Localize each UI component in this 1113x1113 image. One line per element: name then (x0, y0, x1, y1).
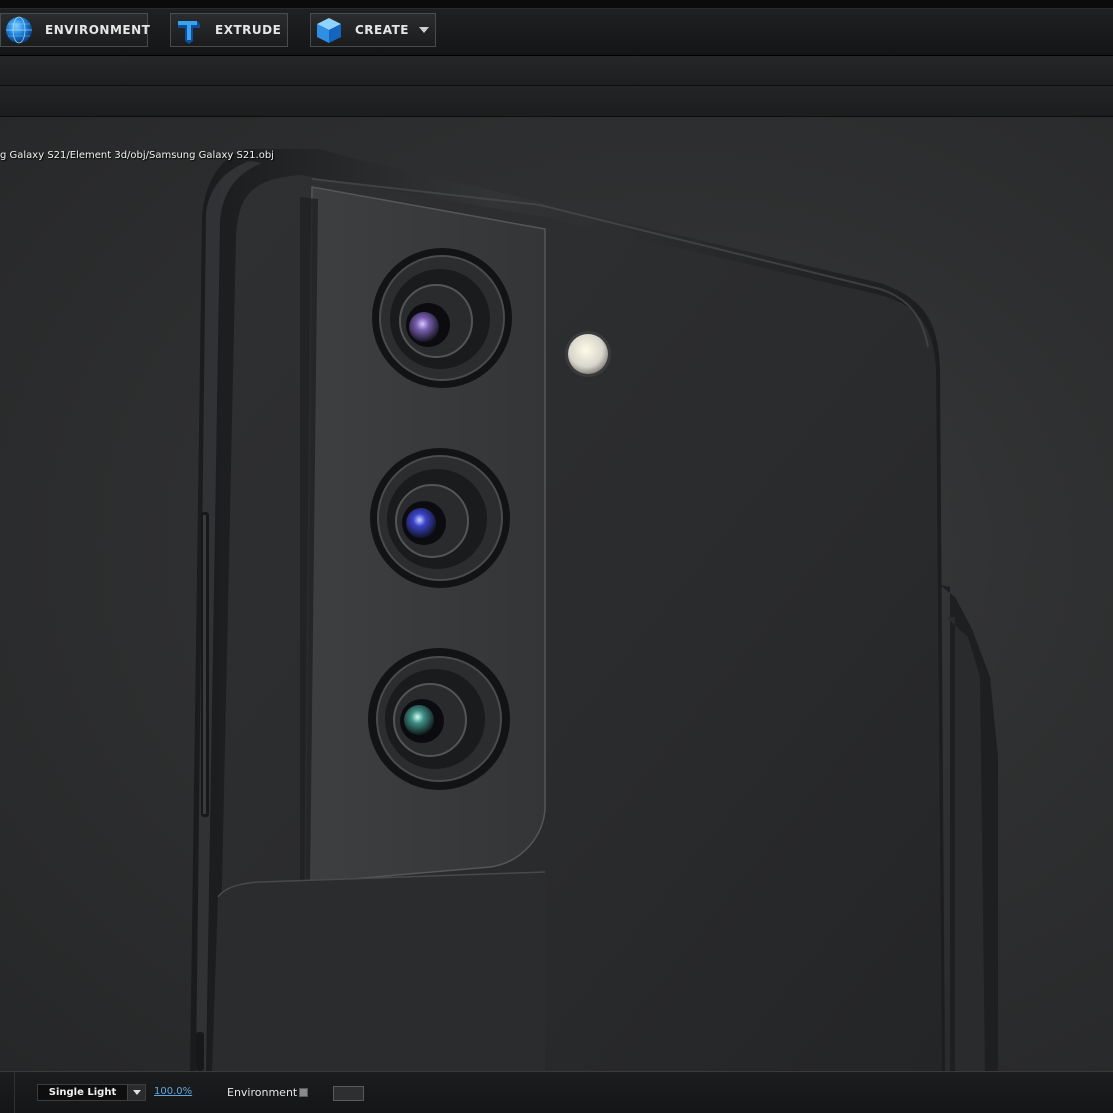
app-window: ENVIRONMENT EXTRUDE CREATE g Galaxy S21/… (0, 0, 1113, 1113)
phone-model (190, 149, 998, 1071)
main-toolbar: ENVIRONMENT EXTRUDE CREATE (0, 9, 1113, 56)
environment-toggle-label: Environment (227, 1086, 298, 1099)
extrude-button-label: EXTRUDE (215, 23, 282, 37)
file-path-label: g Galaxy S21/Element 3d/obj/Samsung Gala… (0, 150, 274, 161)
cube-icon (311, 13, 347, 47)
light-mode-select[interactable]: Single Light (37, 1084, 146, 1101)
chevron-down-icon[interactable] (127, 1085, 145, 1100)
environment-color-swatch[interactable] (333, 1086, 364, 1101)
environment-button[interactable]: ENVIRONMENT (0, 13, 151, 47)
status-divider (14, 1072, 15, 1113)
light-mode-value: Single Light (48, 1087, 117, 1098)
environment-button-label: ENVIRONMENT (45, 23, 151, 37)
globe-icon (1, 13, 37, 47)
create-button[interactable]: CREATE (310, 13, 436, 47)
title-strip (0, 0, 1113, 9)
extrude-t-icon (171, 13, 207, 47)
options-bar (0, 56, 1113, 86)
3d-viewport[interactable]: g Galaxy S21/Element 3d/obj/Samsung Gala… (0, 117, 1113, 1071)
environment-checkbox[interactable] (299, 1088, 308, 1097)
status-bar: Single Light 100.0% Environment (0, 1071, 1113, 1113)
secondary-bar (0, 86, 1113, 117)
create-button-label: CREATE (355, 23, 409, 37)
extrude-button[interactable]: EXTRUDE (170, 13, 288, 47)
chevron-down-icon (418, 27, 429, 33)
zoom-level-link[interactable]: 100.0% (154, 1086, 192, 1097)
